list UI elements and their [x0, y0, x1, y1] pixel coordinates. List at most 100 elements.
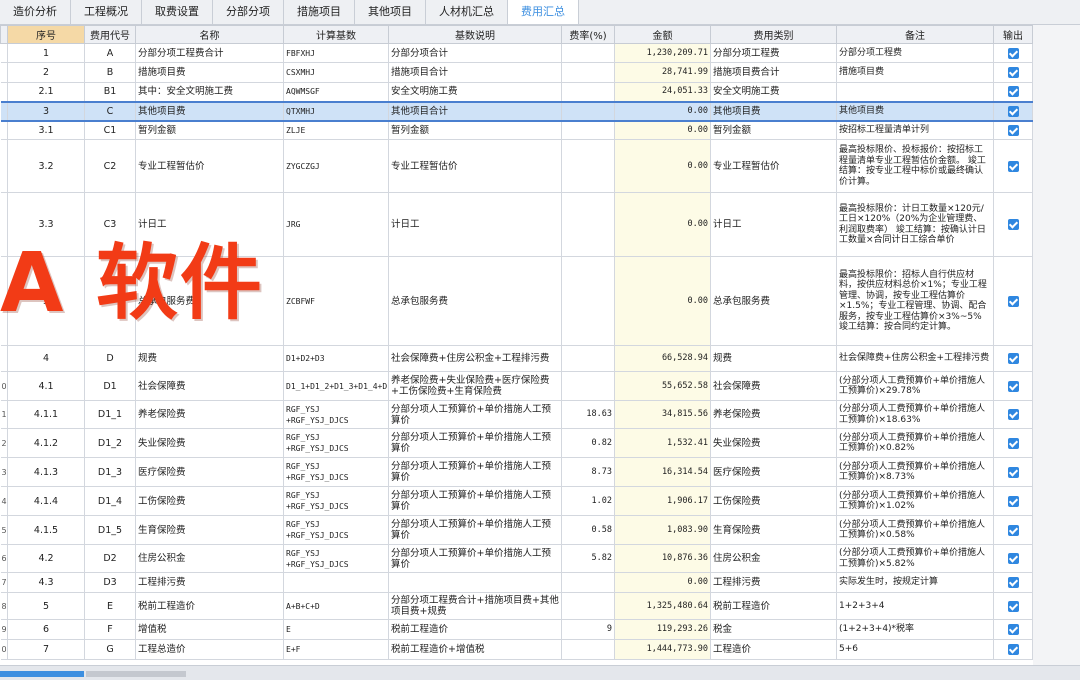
- header-category[interactable]: 费用类别: [710, 25, 837, 44]
- seq-cell[interactable]: 2: [7, 62, 85, 83]
- code-cell[interactable]: C2: [84, 139, 136, 193]
- rate-cell[interactable]: [561, 43, 615, 63]
- table-row[interactable]: 3.2 C2 专业工程暂估价 ZYGCZGJ 专业工程暂估价 0.00 专业工程暂估价 最高投…: [0, 139, 1033, 193]
- base-cell[interactable]: ZLJE: [283, 120, 389, 140]
- base-cell[interactable]: RGF_YSJ +RGF_YSJ_DJCS: [283, 428, 389, 458]
- note-cell[interactable]: 社会保障费+住房公积金+工程排污费: [836, 345, 994, 372]
- table-row[interactable]: 8 5 E 税前工程造价 A+B+C+D 分部分项工程费合计+措施项目费+其他项目费+规费…: [0, 592, 1033, 620]
- note-cell[interactable]: 最高投标限价：计日工数量×120元/工日×120%（20%为企业管理费、利润取费…: [836, 192, 994, 257]
- seq-cell[interactable]: 5: [7, 592, 85, 620]
- header-base-desc[interactable]: 基数说明: [388, 25, 562, 44]
- rate-cell[interactable]: [561, 572, 615, 593]
- base-desc-cell[interactable]: [388, 572, 562, 593]
- base-cell[interactable]: RGF_YSJ +RGF_YSJ_DJCS: [283, 457, 389, 487]
- rate-cell[interactable]: [561, 345, 615, 372]
- amount-cell[interactable]: 0.00: [614, 256, 711, 346]
- note-cell[interactable]: 最高投标限价：招标人自行供应材料，按供应材料总价×1%；专业工程管理、协调，按专…: [836, 256, 994, 346]
- amount-cell[interactable]: 0.00: [614, 192, 711, 257]
- base-cell[interactable]: [283, 572, 389, 593]
- base-desc-cell[interactable]: 计日工: [388, 192, 562, 257]
- seq-cell[interactable]: 4.1.1: [7, 400, 85, 429]
- base-desc-cell[interactable]: 税前工程造价: [388, 619, 562, 640]
- seq-cell[interactable]: 4.1: [7, 371, 85, 401]
- amount-cell[interactable]: 34,815.56: [614, 400, 711, 429]
- category-cell[interactable]: 分部分项工程费: [710, 43, 837, 63]
- rate-cell[interactable]: 1.02: [561, 486, 615, 516]
- category-cell[interactable]: 工伤保险费: [710, 486, 837, 516]
- amount-cell[interactable]: 1,083.90: [614, 515, 711, 545]
- output-checkbox[interactable]: [1007, 466, 1019, 478]
- category-cell[interactable]: 暂列金额: [710, 120, 837, 140]
- tab-project-overview[interactable]: 工程概况: [71, 0, 142, 24]
- output-checkbox[interactable]: [1007, 624, 1019, 635]
- category-cell[interactable]: 专业工程暂估价: [710, 139, 837, 193]
- name-cell[interactable]: 工程排污费: [135, 572, 284, 593]
- rate-cell[interactable]: [561, 592, 615, 620]
- seq-cell[interactable]: 3.1: [7, 120, 85, 140]
- rate-cell[interactable]: 5.82: [561, 544, 615, 573]
- note-cell[interactable]: (分部分项人工费预算价+单价措施人工预算价)×29.78%: [836, 371, 994, 401]
- table-row[interactable]: 4 4.1.4 D1_4 工伤保险费 RGF_YSJ +RGF_YSJ_DJCS 分部分项…: [0, 486, 1033, 516]
- code-cell[interactable]: D1_4: [84, 486, 136, 516]
- table-row[interactable]: 6 4.2 D2 住房公积金 RGF_YSJ +RGF_YSJ_DJCS 分部分项人工预算…: [0, 544, 1033, 573]
- base-cell[interactable]: E+F: [283, 639, 389, 660]
- seq-cell[interactable]: 7: [7, 639, 85, 660]
- base-cell[interactable]: D1_1+D1_2+D1_3+D1_4+D1_5: [283, 371, 389, 401]
- output-checkbox[interactable]: [1007, 495, 1019, 507]
- table-row[interactable]: 7 4.3 D3 工程排污费 0.00 工程排污费 实际发生时，按规定计算: [0, 572, 1033, 593]
- base-cell[interactable]: D1+D2+D3: [283, 345, 389, 372]
- table-row[interactable]: 04.1D1社会保障费D1_1+D1_2+D1_3+D1_4+D1_5养老保险费…: [0, 371, 1033, 401]
- code-cell[interactable]: D1_1: [84, 400, 136, 429]
- category-cell[interactable]: 工程排污费: [710, 572, 837, 593]
- category-cell[interactable]: 安全文明施工费: [710, 82, 837, 102]
- note-cell[interactable]: 5+6: [836, 639, 994, 660]
- base-desc-cell[interactable]: 养老保险费+失业保险费+医疗保险费+工伤保险费+生育保险费: [388, 371, 562, 401]
- base-cell[interactable]: RGF_YSJ +RGF_YSJ_DJCS: [283, 486, 389, 516]
- amount-cell[interactable]: 1,532.41: [614, 428, 711, 458]
- note-cell[interactable]: [836, 82, 994, 102]
- code-cell[interactable]: C1: [84, 120, 136, 140]
- base-desc-cell[interactable]: 分部分项人工预算价+单价措施人工预算价: [388, 400, 562, 429]
- output-checkbox[interactable]: [1007, 644, 1019, 655]
- code-cell[interactable]: A: [84, 43, 136, 63]
- seq-cell[interactable]: 4.1.3: [7, 457, 85, 487]
- base-desc-cell[interactable]: 分部分项人工预算价+单价措施人工预算价: [388, 515, 562, 545]
- note-cell[interactable]: 其他项目费: [836, 100, 994, 122]
- base-cell[interactable]: RGF_YSJ +RGF_YSJ_DJCS: [283, 544, 389, 573]
- category-cell[interactable]: 工程造价: [710, 639, 837, 660]
- amount-cell[interactable]: 28,741.99: [614, 62, 711, 83]
- seq-cell[interactable]: 4.3: [7, 572, 85, 593]
- base-cell[interactable]: ZCBFWF: [283, 256, 389, 346]
- bottom-tab[interactable]: [86, 671, 186, 677]
- note-cell[interactable]: 按招标工程量清单计列: [836, 120, 994, 140]
- base-desc-cell[interactable]: 社会保障费+住房公积金+工程排污费: [388, 345, 562, 372]
- note-cell[interactable]: (分部分项人工费预算价+单价措施人工预算价)×1.02%: [836, 486, 994, 516]
- code-cell[interactable]: D1: [84, 371, 136, 401]
- table-row[interactable]: 4 D 规费 D1+D2+D3 社会保障费+住房公积金+工程排污费 66,528.94 规费…: [0, 345, 1033, 372]
- header-output[interactable]: 输出: [993, 25, 1033, 44]
- name-cell[interactable]: 社会保障费: [135, 371, 284, 401]
- tab-measure-items[interactable]: 措施项目: [284, 0, 355, 24]
- amount-cell[interactable]: 1,230,209.71: [614, 43, 711, 63]
- note-cell[interactable]: (分部分项人工费预算价+单价措施人工预算价)×5.82%: [836, 544, 994, 573]
- rate-cell[interactable]: [561, 639, 615, 660]
- amount-cell[interactable]: 0.00: [614, 120, 711, 140]
- base-cell[interactable]: A+B+C+D: [283, 592, 389, 620]
- bottom-tab-active[interactable]: [0, 671, 84, 677]
- table-row[interactable]: 3.1 C1 暂列金额 ZLJE 暂列金额 0.00 暂列金额 按招标工程量清单计列: [0, 120, 1033, 140]
- name-cell[interactable]: 工伤保险费: [135, 486, 284, 516]
- category-cell[interactable]: 措施项目费合计: [710, 62, 837, 83]
- base-cell[interactable]: RGF_YSJ +RGF_YSJ_DJCS: [283, 515, 389, 545]
- base-desc-cell[interactable]: 分部分项人工预算价+单价措施人工预算价: [388, 428, 562, 458]
- note-cell[interactable]: 措施项目费: [836, 62, 994, 83]
- code-cell[interactable]: D3: [84, 572, 136, 593]
- note-cell[interactable]: 1+2+3+4: [836, 592, 994, 620]
- amount-cell[interactable]: 10,876.36: [614, 544, 711, 573]
- amount-cell[interactable]: 16,314.54: [614, 457, 711, 487]
- table-row[interactable]: 5 4.1.5 D1_5 生育保险费 RGF_YSJ +RGF_YSJ_DJCS 分部分项…: [0, 515, 1033, 545]
- rate-cell[interactable]: 8.73: [561, 457, 615, 487]
- code-cell[interactable]: D1_3: [84, 457, 136, 487]
- table-row[interactable]: 2.1 B1 其中：安全文明施工费 AQWMSGF 安全文明施工费 24,051.33 安全…: [0, 82, 1033, 102]
- tab-sub-items[interactable]: 分部分项: [213, 0, 284, 24]
- base-desc-cell[interactable]: 措施项目合计: [388, 62, 562, 83]
